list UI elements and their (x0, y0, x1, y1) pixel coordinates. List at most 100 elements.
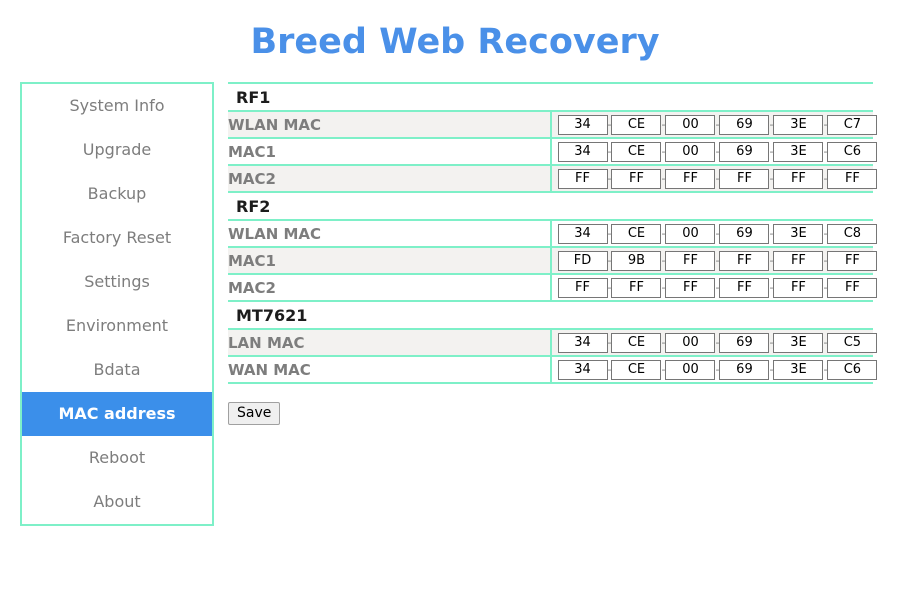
mac-octet-input[interactable] (665, 114, 716, 135)
section-header-row: RF1 (228, 82, 873, 111)
save-button[interactable]: Save (228, 402, 281, 425)
sidebar-nav: System Info Upgrade Backup Factory Reset Set… (20, 82, 214, 526)
mac-row-label: MAC1 (228, 137, 552, 166)
octet-row: ----- (557, 250, 878, 271)
mac-octet-group: ----- (550, 328, 878, 357)
table-row: LAN MAC----- (228, 328, 878, 357)
mac-octet-input[interactable] (719, 223, 770, 244)
mac-octet-input[interactable] (827, 250, 878, 271)
page-root: Breed Web Recovery System Info Upgrade Bac… (0, 0, 910, 603)
mac-octet-input[interactable] (827, 359, 878, 380)
octet-row: ----- (557, 332, 878, 353)
section-title: MT7621 (228, 301, 873, 329)
octet-row: ----- (557, 168, 878, 189)
mac-octet-input[interactable] (611, 277, 662, 298)
mac-octet-input[interactable] (827, 141, 878, 162)
sidebar-item-label: System Info (69, 96, 165, 115)
octet-row: ----- (557, 141, 878, 162)
mac-octet-input[interactable] (719, 250, 770, 271)
section-title: RF1 (228, 82, 873, 111)
mac-row-label: MAC1 (228, 246, 552, 275)
mac-octet-input[interactable] (611, 114, 662, 135)
mac-octet-input[interactable] (611, 250, 662, 271)
table-row: WAN MAC----- (228, 355, 878, 384)
sidebar-item-factory-reset[interactable]: Factory Reset (22, 216, 212, 260)
mac-octet-input[interactable] (665, 359, 716, 380)
mac-row-label: LAN MAC (228, 328, 552, 357)
mac-octet-input[interactable] (557, 332, 608, 353)
mac-octet-input[interactable] (827, 332, 878, 353)
mac-row-label: WLAN MAC (228, 219, 552, 248)
mac-octet-input[interactable] (773, 223, 824, 244)
mac-octet-input[interactable] (827, 114, 878, 135)
mac-row-label: WAN MAC (228, 355, 552, 384)
mac-octet-input[interactable] (557, 250, 608, 271)
sidebar-item-settings[interactable]: Settings (22, 260, 212, 304)
mac-octet-group: ----- (550, 137, 878, 166)
mac-octet-input[interactable] (665, 277, 716, 298)
mac-octet-input[interactable] (611, 223, 662, 244)
sidebar-item-about[interactable]: About (22, 480, 212, 524)
mac-octet-input[interactable] (665, 168, 716, 189)
table-row: WLAN MAC----- (228, 110, 878, 139)
mac-octet-input[interactable] (557, 141, 608, 162)
mac-octet-input[interactable] (665, 250, 716, 271)
sidebar-item-bdata[interactable]: Bdata (22, 348, 212, 392)
mac-octet-input[interactable] (773, 114, 824, 135)
mac-octet-input[interactable] (557, 359, 608, 380)
sidebar-item-label: Factory Reset (62, 228, 172, 247)
mac-octet-input[interactable] (827, 277, 878, 298)
sidebar-item-upgrade[interactable]: Upgrade (22, 128, 212, 172)
mac-octet-input[interactable] (665, 223, 716, 244)
mac-octet-input[interactable] (773, 332, 824, 353)
table-row: MAC2----- (228, 273, 878, 302)
octet-row: ----- (557, 359, 878, 380)
mac-octet-input[interactable] (773, 168, 824, 189)
octet-row: ----- (557, 114, 878, 135)
mac-octet-input[interactable] (773, 277, 824, 298)
sidebar-item-reboot[interactable]: Reboot (22, 436, 212, 480)
sidebar-item-mac-address[interactable]: MAC address (22, 392, 212, 436)
sidebar-item-system-info[interactable]: System Info (22, 84, 212, 128)
mac-octet-input[interactable] (557, 168, 608, 189)
mac-octet-input[interactable] (557, 223, 608, 244)
mac-octet-group: ----- (550, 164, 878, 193)
sidebar-item-environment[interactable]: Environment (22, 304, 212, 348)
octet-row: ----- (557, 277, 878, 298)
sidebar-item-label: Settings (84, 272, 150, 291)
sidebar-item-label: Reboot (88, 448, 146, 467)
mac-octet-input[interactable] (719, 332, 770, 353)
section-header-row: RF2 (228, 192, 873, 220)
mac-octet-input[interactable] (719, 359, 770, 380)
mac-octet-group: ----- (550, 110, 878, 139)
sidebar-item-label: Upgrade (82, 140, 152, 159)
mac-octet-input[interactable] (557, 114, 608, 135)
mac-row-label: WLAN MAC (228, 110, 552, 139)
mac-octet-input[interactable] (773, 141, 824, 162)
mac-octet-input[interactable] (611, 168, 662, 189)
mac-octet-input[interactable] (719, 114, 770, 135)
sidebar-item-label: Environment (65, 316, 169, 335)
mac-octet-input[interactable] (719, 277, 770, 298)
mac-octet-input[interactable] (611, 359, 662, 380)
table-row: WLAN MAC----- (228, 219, 878, 248)
mac-octet-group: ----- (550, 355, 878, 384)
mac-row-label: MAC2 (228, 273, 552, 302)
mac-octet-input[interactable] (557, 277, 608, 298)
page-title: Breed Web Recovery (250, 22, 660, 62)
mac-octet-input[interactable] (827, 168, 878, 189)
mac-octet-input[interactable] (665, 141, 716, 162)
mac-row-label: MAC2 (228, 164, 552, 193)
section-title: RF2 (228, 192, 873, 220)
mac-octet-input[interactable] (773, 250, 824, 271)
mac-octet-input[interactable] (827, 223, 878, 244)
mac-octet-input[interactable] (665, 332, 716, 353)
mac-octet-input[interactable] (773, 359, 824, 380)
section-header-row: MT7621 (228, 301, 873, 329)
mac-address-table: RF1WLAN MAC-----MAC1-----MAC2-----RF2WLA… (228, 82, 878, 384)
mac-octet-input[interactable] (719, 168, 770, 189)
sidebar-item-backup[interactable]: Backup (22, 172, 212, 216)
mac-octet-input[interactable] (611, 141, 662, 162)
mac-octet-input[interactable] (719, 141, 770, 162)
mac-octet-input[interactable] (611, 332, 662, 353)
